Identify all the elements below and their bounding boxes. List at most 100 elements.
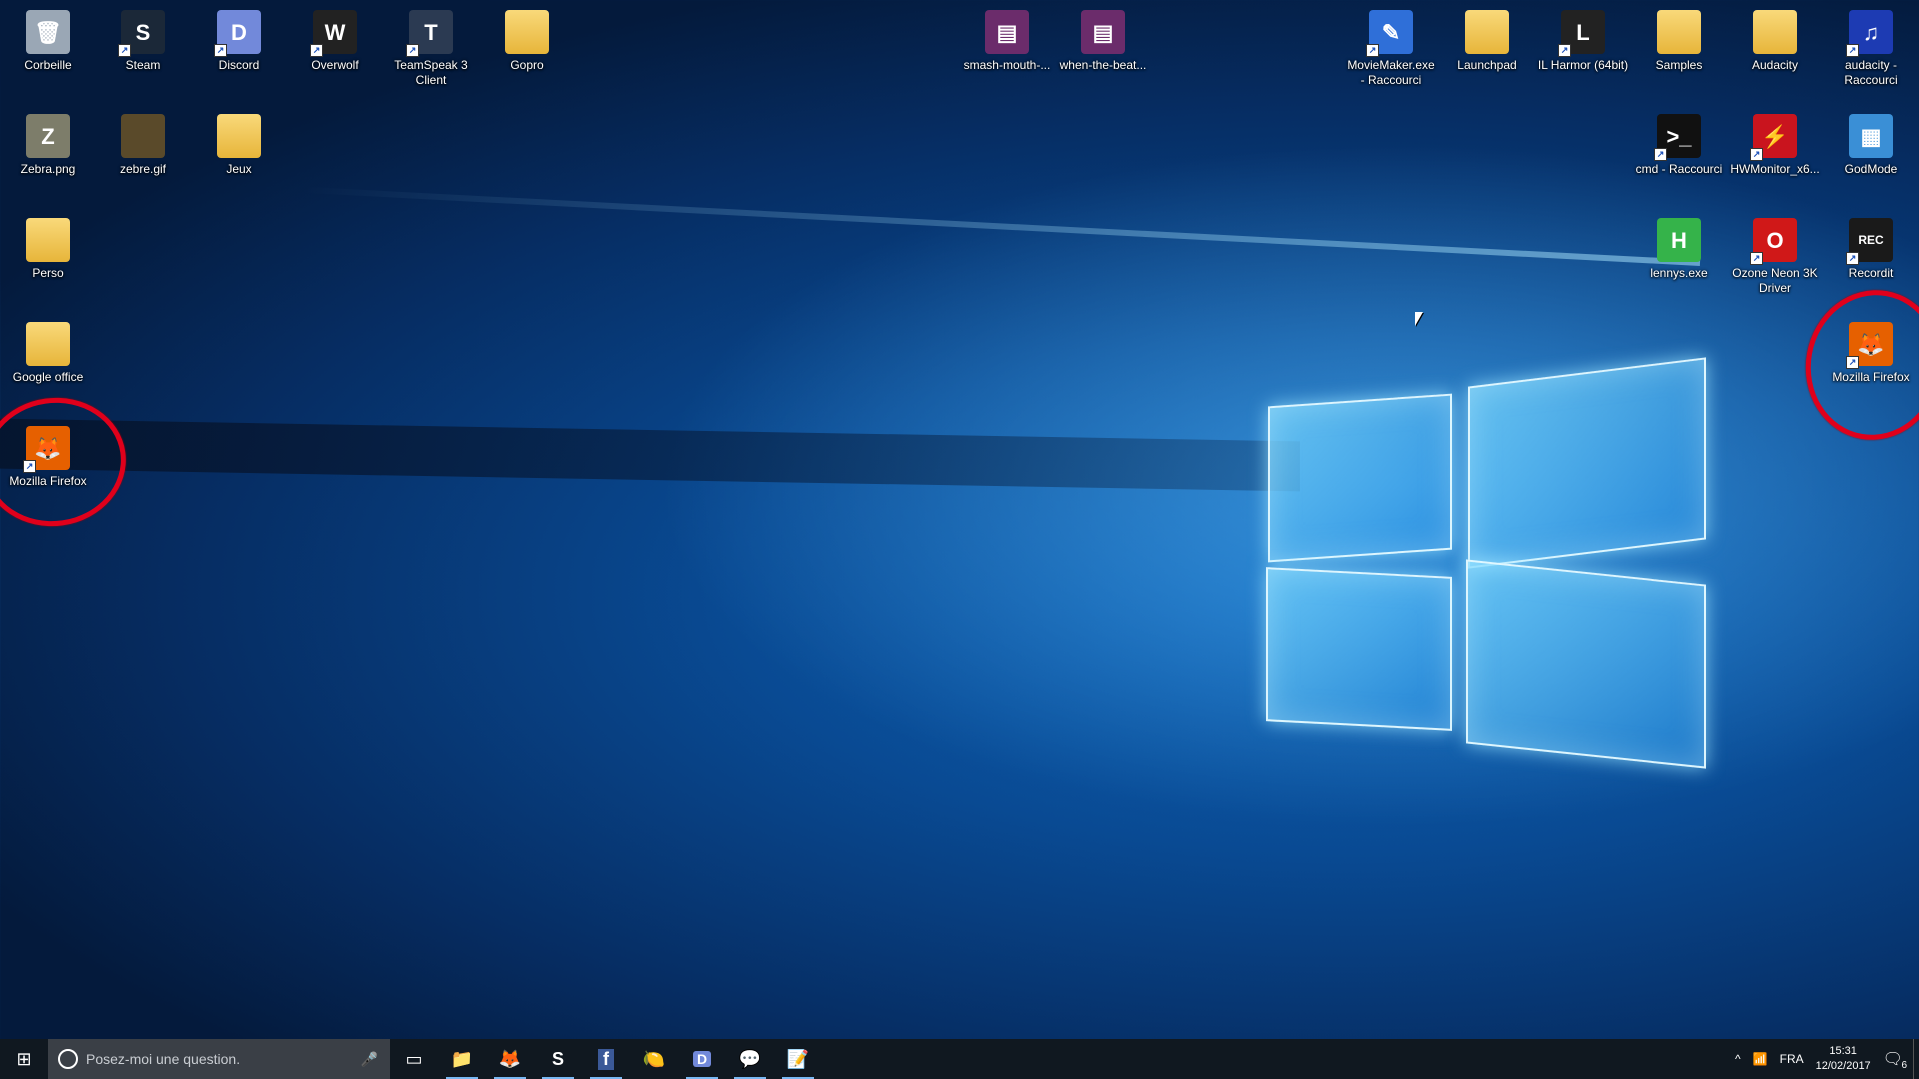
desktop-icon-when-the-beat[interactable]: ▤ when-the-beat...	[1057, 4, 1149, 73]
notification-count-badge: 6	[1901, 1060, 1907, 1071]
winrar-archive-icon-glyph: ▤	[1092, 19, 1114, 45]
desktop-icon-overwolf[interactable]: W ↗ Overwolf	[289, 4, 381, 73]
audacity-folder-icon	[1753, 10, 1797, 54]
cmd-icon-glyph: >_	[1666, 123, 1692, 149]
taskbar-firefox[interactable]: 🦊	[486, 1039, 534, 1079]
fl-studio-icon: 🍋	[642, 1048, 666, 1069]
action-center-button[interactable]: 🗨 6	[1882, 1049, 1907, 1071]
desktop-icon-gopro[interactable]: Gopro	[481, 4, 573, 73]
harmor-icon: L ↗	[1558, 10, 1605, 57]
winrar-archive-icon: ▤	[985, 10, 1029, 54]
desktop-icon-hwmonitor[interactable]: ⚡ ↗ HWMonitor_x6...	[1729, 108, 1821, 177]
discord-icon: D	[692, 1051, 712, 1067]
desktop-icon-launchpad[interactable]: Launchpad	[1441, 4, 1533, 73]
notifications-icon: 🗨	[1882, 1051, 1903, 1068]
red-annotation-circle	[0, 388, 135, 536]
desktop-icon-smash-mouth[interactable]: ▤ smash-mouth-...	[961, 4, 1053, 73]
system-tray: ^ 📶 FRA 15:31 12/02/2017 🗨 6	[1729, 1039, 1919, 1079]
discord-icon: D ↗	[214, 10, 261, 57]
start-button[interactable]: ⊞	[0, 1039, 48, 1079]
desktop-icon-zebre-gif[interactable]: zebre.gif	[97, 108, 189, 177]
shortcut-arrow-icon: ↗	[310, 44, 323, 57]
desktop-icon-perso[interactable]: Perso	[2, 212, 94, 281]
overwolf-icon: W ↗	[310, 10, 357, 57]
taskbar-discord[interactable]: D	[678, 1039, 726, 1079]
show-desktop-button[interactable]	[1913, 1039, 1919, 1079]
desktop-icon-recordit[interactable]: REC ↗ Recordit	[1825, 212, 1917, 281]
desktop-icon-cmd[interactable]: >_ ↗ cmd - Raccourci	[1633, 108, 1725, 177]
audacity-icon-glyph: ♫	[1862, 19, 1880, 45]
control-panel-icon: ▦	[1849, 114, 1893, 158]
shortcut-arrow-icon: ↗	[1558, 44, 1571, 57]
audacity-icon: ♫ ↗	[1846, 10, 1893, 57]
desktop-icon-zebra-png[interactable]: Z Zebra.png	[2, 108, 94, 177]
discord-icon-glyph: D	[231, 19, 247, 45]
notepad-icon: 📝	[786, 1048, 810, 1069]
cortana-icon	[58, 1049, 78, 1069]
desktop-icon-steam[interactable]: S ↗ Steam	[97, 4, 189, 73]
ozone-icon: O ↗	[1750, 218, 1797, 265]
desktop-icon-discord[interactable]: D ↗ Discord	[193, 4, 285, 73]
moviemaker-icon-glyph: ✎	[1381, 19, 1401, 45]
desktop-icon-ozone[interactable]: O ↗ Ozone Neon 3K Driver	[1729, 212, 1821, 296]
cmd-icon: >_ ↗	[1654, 114, 1701, 161]
desktop-icon-teamspeak[interactable]: T ↗ TeamSpeak 3 Client	[385, 4, 477, 88]
google-office-folder-icon	[26, 322, 70, 366]
firefox-icon: 🦊	[498, 1048, 522, 1069]
control-panel-icon-glyph: ▦	[1860, 123, 1882, 149]
mouse-cursor-icon	[1415, 312, 1423, 326]
winrar-archive-icon: ▤	[1081, 10, 1125, 54]
language-indicator[interactable]: FRA	[1780, 1052, 1804, 1066]
windows-logo-pane	[1466, 559, 1706, 769]
zebre-gif-icon	[121, 114, 165, 158]
teamspeak-icon-glyph: T	[424, 19, 438, 45]
hwmonitor-icon: ⚡ ↗	[1750, 114, 1797, 161]
desktop-icon-moviemaker[interactable]: ✎ ↗ MovieMaker.exe - Raccourci	[1345, 4, 1437, 88]
lennys-icon-glyph: H	[1671, 227, 1687, 253]
harmor-icon-glyph: L	[1576, 19, 1590, 45]
facebook-icon: f	[598, 1048, 614, 1070]
taskbar-facebook[interactable]: f	[582, 1039, 630, 1079]
desktop-icon-audacity-shortcut[interactable]: ♫ ↗ audacity - Raccourci	[1825, 4, 1917, 88]
shortcut-arrow-icon: ↗	[118, 44, 131, 57]
windows-start-icon: ⊞	[16, 1048, 32, 1069]
file-explorer-icon: 📁	[450, 1048, 474, 1069]
taskbar-steam[interactable]: S	[534, 1039, 582, 1079]
task-view-icon: ▭	[405, 1048, 423, 1069]
red-annotation-circle	[1794, 279, 1919, 451]
shortcut-arrow-icon: ↗	[406, 44, 419, 57]
network-icon[interactable]: 📶	[1753, 1052, 1768, 1066]
taskbar-messenger[interactable]: 💬	[726, 1039, 774, 1079]
lennys-icon: H	[1657, 218, 1701, 262]
shortcut-arrow-icon: ↗	[1750, 148, 1763, 161]
desktop-icon-lennys[interactable]: Hlennys.exe	[1633, 212, 1725, 281]
task-view-button[interactable]: ▭	[390, 1039, 438, 1079]
show-hidden-icons-chevron-icon[interactable]: ^	[1735, 1052, 1741, 1066]
windows-logo-pane	[1266, 567, 1452, 731]
desktop-icon-corbeille[interactable]: 🗑 Corbeille	[2, 4, 94, 73]
recycle-bin-icon: 🗑	[26, 10, 70, 54]
desktop-icon-audacity-folder[interactable]: Audacity	[1729, 4, 1821, 73]
desktop-icon-google-office[interactable]: Google office	[2, 316, 94, 385]
clock[interactable]: 15:31 12/02/2017	[1816, 1044, 1871, 1074]
overwolf-icon-glyph: W	[324, 19, 346, 45]
desktop-icon-harmor[interactable]: L ↗ IL Harmor (64bit)	[1537, 4, 1629, 73]
shortcut-arrow-icon: ↗	[1846, 44, 1859, 57]
desktop-icon-godmode[interactable]: ▦ GodMode	[1825, 108, 1917, 177]
shortcut-arrow-icon: ↗	[1654, 148, 1667, 161]
recordit-icon: REC ↗	[1846, 218, 1893, 265]
clock-date: 12/02/2017	[1815, 1060, 1871, 1072]
folder-icon	[505, 10, 549, 54]
windows-logo-pane	[1468, 357, 1706, 569]
taskbar-file-explorer[interactable]: 📁	[438, 1039, 486, 1079]
taskbar-fl-studio[interactable]: 🍋	[630, 1039, 678, 1079]
moviemaker-icon: ✎ ↗	[1366, 10, 1413, 57]
recycle-bin-icon-glyph: 🗑	[34, 19, 62, 45]
microphone-icon[interactable]: 🎤	[361, 1051, 378, 1068]
search-box[interactable]: Posez-moi une question. 🎤	[48, 1039, 390, 1079]
desktop-icon-jeux[interactable]: Jeux	[193, 108, 285, 177]
folder-icon	[217, 114, 261, 158]
desktop-icon-samples[interactable]: Samples	[1633, 4, 1725, 73]
taskbar-notepad[interactable]: 📝	[774, 1039, 822, 1079]
zebra-image-icon: Z	[26, 114, 70, 158]
